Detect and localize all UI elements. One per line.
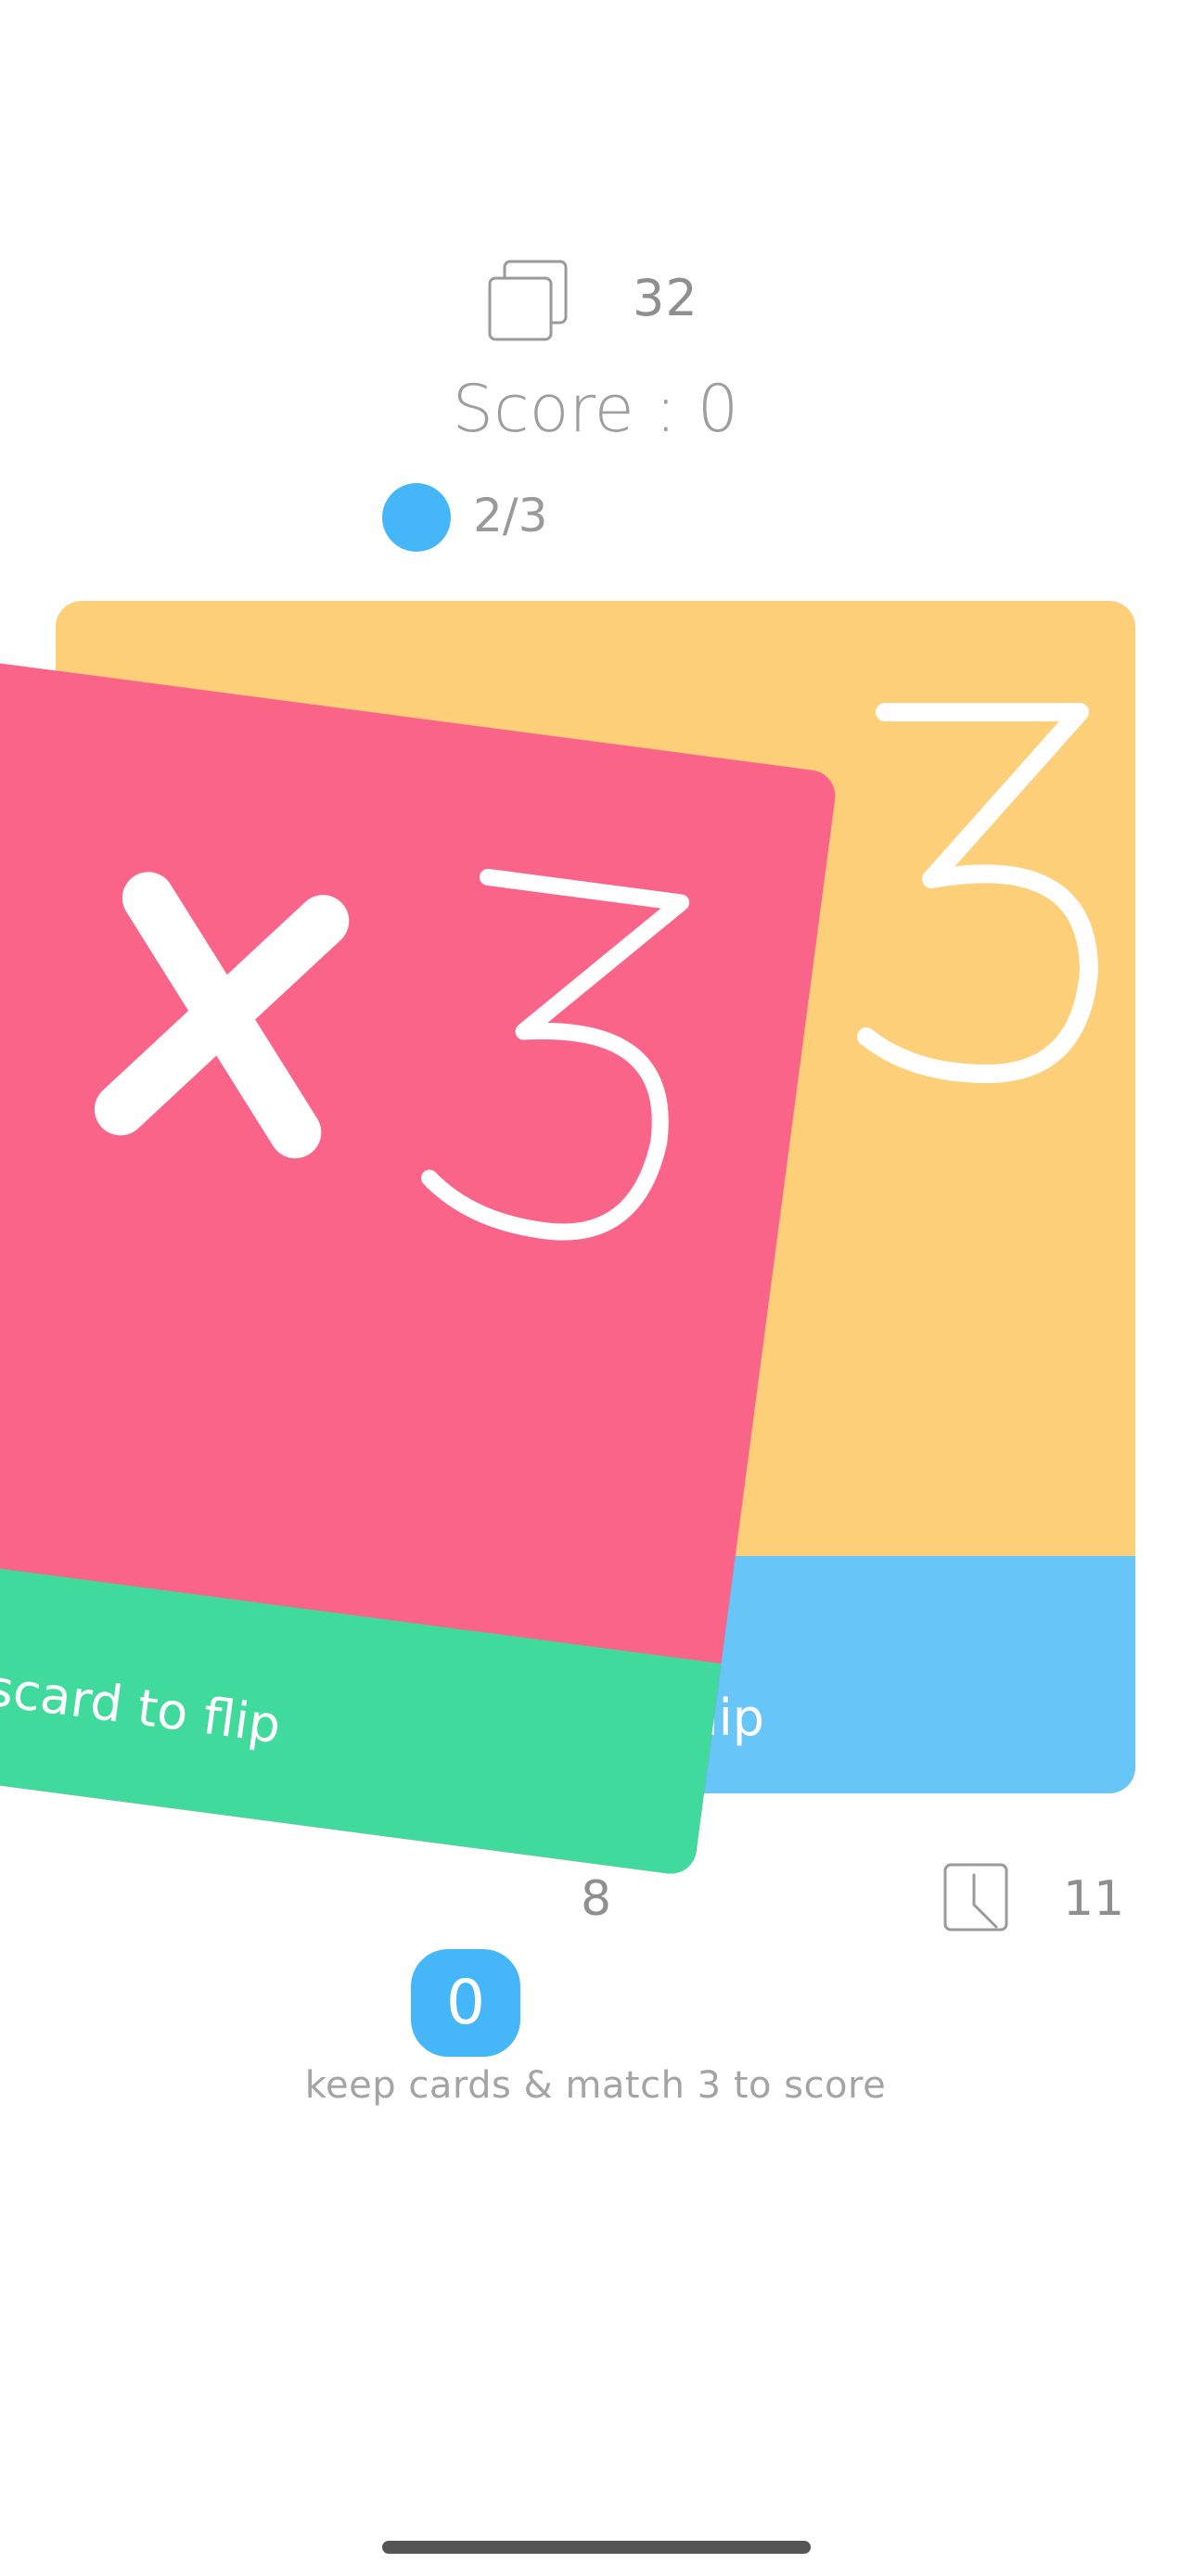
card-back-digit (857, 703, 1098, 1083)
progress-text: 2/3 (473, 489, 548, 542)
card-front[interactable]: discard to flip (0, 644, 839, 1878)
clock-icon (943, 1863, 1008, 1932)
kept-cards-badge[interactable]: 0 (411, 1949, 520, 2057)
hint-text: keep cards & match 3 to score (304, 2064, 887, 2107)
card-front-multiplier (94, 868, 690, 1241)
score-label: Score : 0 (452, 371, 739, 447)
time-count: 11 (1063, 1871, 1125, 1927)
home-indicator[interactable] (382, 2541, 811, 2554)
pile-count: 8 (581, 1871, 612, 1927)
progress-dot (382, 483, 451, 552)
card-front-footer: discard to flip (0, 1535, 722, 1878)
card-front-footer-label: discard to flip (0, 1651, 285, 1755)
deck-count: 32 (633, 269, 698, 327)
deck-icon (488, 260, 568, 341)
